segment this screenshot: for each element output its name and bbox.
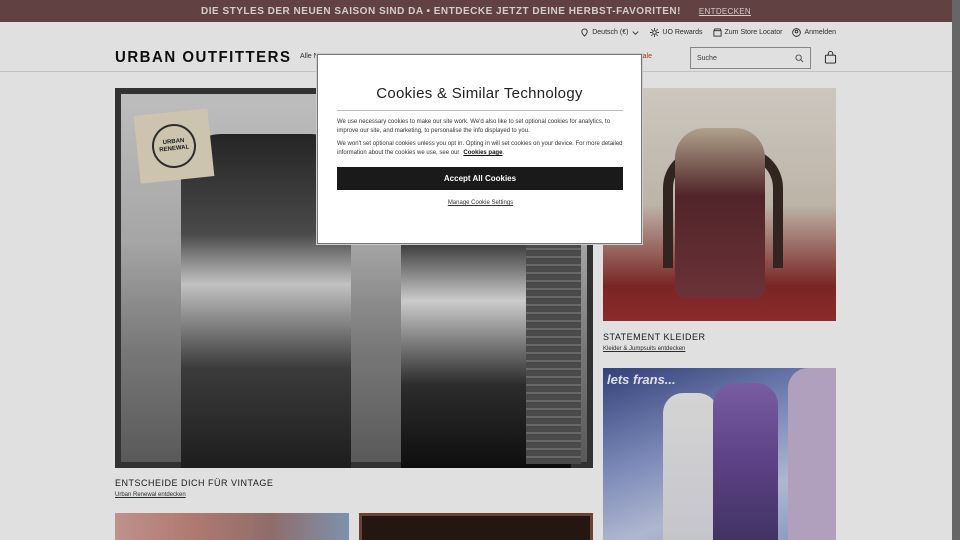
cookie-paragraph-2: We won't set optional cookies unless you… — [337, 141, 623, 156]
cookie-paragraph-1: We use necessary cookies to make our sit… — [337, 119, 611, 134]
scrollbar-thumb[interactable] — [952, 0, 960, 540]
manage-cookie-settings-link[interactable]: Manage Cookie Settings — [318, 200, 643, 206]
cookie-consent-dialog: Cookies & Similar Technology We use nece… — [317, 54, 642, 244]
cookie-dialog-title: Cookies & Similar Technology — [376, 85, 583, 102]
cookies-page-link[interactable]: Cookies page — [463, 150, 502, 156]
accept-all-cookies-button[interactable]: Accept All Cookies — [337, 167, 623, 190]
divider — [337, 110, 623, 111]
